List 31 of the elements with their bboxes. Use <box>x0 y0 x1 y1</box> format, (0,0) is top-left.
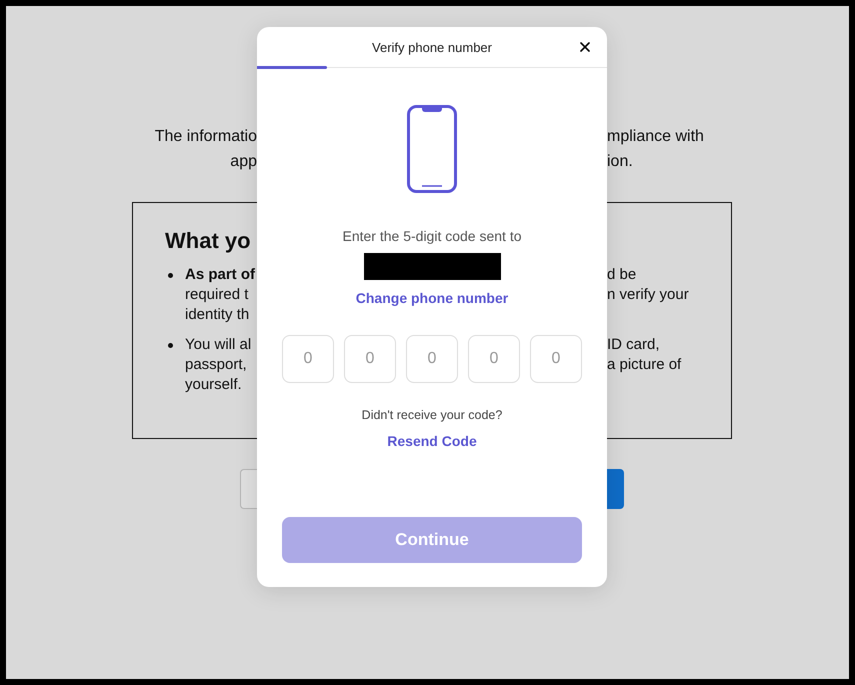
bullet-text: d be <box>607 266 636 283</box>
code-input[interactable]: 0 <box>468 335 520 383</box>
bullet-text: yourself. <box>185 375 242 395</box>
intro-text: The informatio <box>154 127 257 147</box>
intro-text: mpliance with <box>607 127 704 147</box>
code-prompt: Enter the 5-digit code sent to <box>342 227 522 246</box>
bullet-text: a picture of <box>607 356 682 373</box>
close-icon[interactable] <box>577 39 593 55</box>
code-input[interactable]: 0 <box>282 335 334 383</box>
bullet-text: identity th <box>185 305 250 325</box>
bullet-text: As part of <box>185 265 256 285</box>
bullet-text: required t <box>185 285 248 305</box>
bullet-icon <box>168 272 173 278</box>
resend-prompt: Didn't receive your code? <box>362 407 502 424</box>
bullet-text: n verify your <box>607 286 689 303</box>
dialog-title: Verify phone number <box>372 40 492 54</box>
bullet-icon <box>168 342 173 348</box>
bullet-text: ID card, <box>607 336 660 353</box>
bullet-text: You will al <box>185 335 252 355</box>
code-input[interactable]: 0 <box>530 335 582 383</box>
phone-icon <box>407 105 457 193</box>
change-number-link[interactable]: Change phone number <box>356 288 508 308</box>
resend-link[interactable]: Resend Code <box>387 431 477 451</box>
back-button[interactable] <box>240 469 257 509</box>
intro-text: app <box>229 152 257 172</box>
code-input[interactable]: 0 <box>344 335 396 383</box>
bullet-text: passport, <box>185 355 247 375</box>
info-heading: What yo <box>165 227 252 255</box>
code-input[interactable]: 0 <box>406 335 458 383</box>
next-button[interactable] <box>607 469 624 509</box>
intro-text: ion. <box>607 152 633 172</box>
